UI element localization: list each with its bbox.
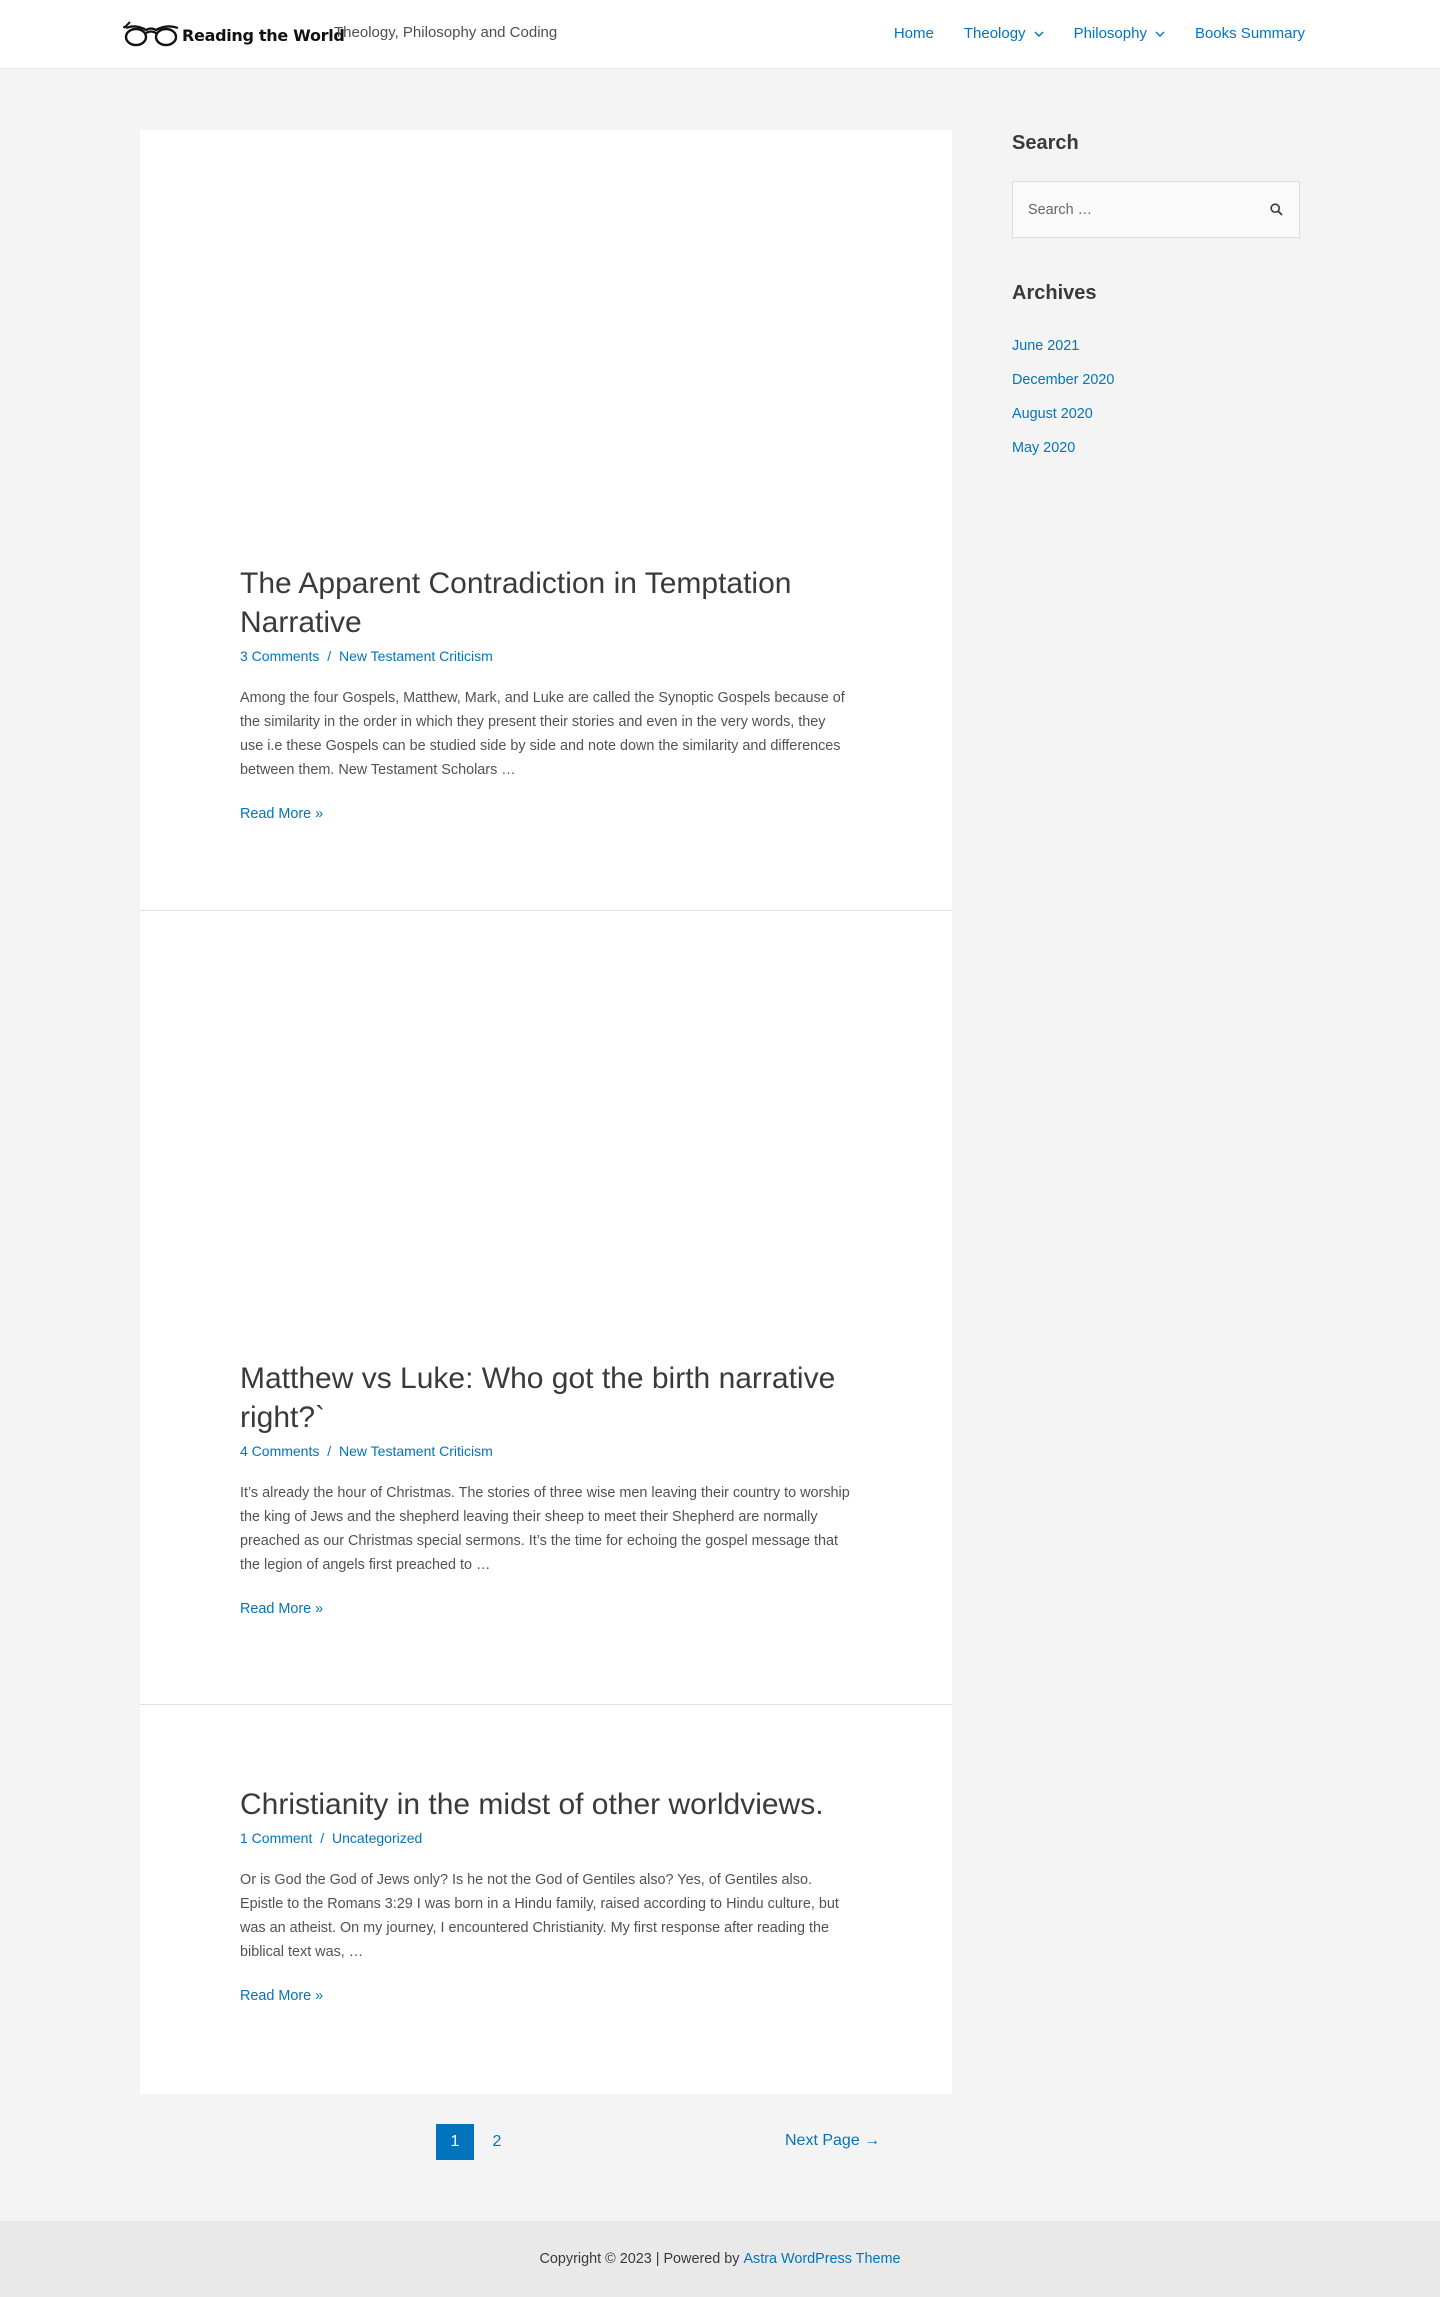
archive-list: June 2021 December 2020 August 2020 May … — [1012, 329, 1300, 465]
search-input[interactable] — [1028, 201, 1258, 218]
category-link[interactable]: New Testament Criticism — [339, 648, 493, 664]
search-widget-title: Search — [1012, 132, 1079, 154]
post-card: Matthew vs Luke: Who got the birth narra… — [140, 910, 952, 1704]
archive-link[interactable]: May 2020 — [1012, 440, 1075, 456]
archive-link[interactable]: December 2020 — [1012, 372, 1114, 388]
post-title[interactable]: The Apparent Contradiction in Temptation… — [240, 564, 850, 642]
page-number-current[interactable]: 1 — [436, 2124, 474, 2160]
nav-philosophy[interactable]: Philosophy — [1074, 25, 1165, 42]
page-number[interactable]: 2 — [478, 2124, 516, 2160]
archive-item: June 2021 — [1012, 329, 1300, 363]
read-more-link[interactable]: Read More » — [240, 1988, 323, 2004]
nav-books-summary[interactable]: Books Summary — [1195, 25, 1305, 42]
post-excerpt: Among the four Gospels, Matthew, Mark, a… — [240, 690, 845, 778]
site-header: Reading the World Theology, Philosophy a… — [0, 0, 1440, 69]
post-title[interactable]: Matthew vs Luke: Who got the birth narra… — [240, 1359, 850, 1437]
comments-link[interactable]: 4 Comments — [240, 1443, 319, 1459]
chevron-down-icon[interactable] — [1034, 25, 1044, 42]
nav-theology-label: Theology — [963, 25, 1026, 42]
post-meta: 1 Comment / Uncategorized — [240, 1830, 850, 1846]
next-page-link[interactable]: Next Page → — [785, 2132, 880, 2150]
site-logo-link[interactable]: Reading the World — [122, 18, 345, 52]
post-card: The Apparent Contradiction in Temptation… — [140, 130, 952, 910]
sidebar: Search Archives June 2021 December 2020 … — [1012, 132, 1300, 465]
comments-link[interactable]: 1 Comment — [240, 1830, 312, 1846]
post-excerpt: It’s already the hour of Christmas. The … — [240, 1485, 850, 1573]
archive-link[interactable]: June 2021 — [1012, 338, 1079, 354]
comments-link[interactable]: 3 Comments — [240, 648, 319, 664]
archive-item: August 2020 — [1012, 397, 1300, 431]
meta-separator: / — [327, 648, 332, 664]
post-content: Matthew vs Luke: Who got the birth narra… — [240, 1359, 850, 1618]
post-meta: 4 Comments / New Testament Criticism — [240, 1443, 850, 1459]
post-content: Christianity in the midst of other world… — [240, 1785, 850, 2005]
site-title[interactable]: Reading the World — [182, 26, 345, 45]
read-more-link[interactable]: Read More » — [240, 1601, 323, 1617]
site-footer: Copyright © 2023 | Powered by Astra Word… — [0, 2221, 1440, 2297]
search-form — [1012, 181, 1300, 238]
archive-item: December 2020 — [1012, 363, 1300, 397]
nav-home-label: Home — [893, 25, 934, 42]
nav-theology[interactable]: Theology — [964, 25, 1044, 42]
chevron-down-icon[interactable] — [1155, 25, 1165, 42]
primary-nav: Home Theology Philosophy Books Summary — [864, 25, 1305, 42]
post-card: Christianity in the midst of other world… — [140, 1704, 952, 2094]
glasses-icon — [122, 18, 180, 52]
copyright-text: Copyright © 2023 | Powered by — [539, 2251, 740, 2267]
post-title[interactable]: Christianity in the midst of other world… — [240, 1785, 850, 1824]
meta-separator: / — [320, 1830, 325, 1846]
pagination: 1 2 — [436, 2124, 516, 2160]
category-link[interactable]: Uncategorized — [332, 1830, 422, 1846]
site-tagline: Theology, Philosophy and Coding — [334, 24, 558, 41]
meta-separator: / — [327, 1443, 332, 1459]
post-excerpt: Or is God the God of Jews only? Is he no… — [240, 1872, 839, 1960]
nav-home[interactable]: Home — [894, 25, 934, 42]
archive-link[interactable]: August 2020 — [1012, 406, 1093, 422]
search-icon[interactable] — [1270, 203, 1283, 221]
post-content: The Apparent Contradiction in Temptation… — [240, 564, 850, 823]
post-meta: 3 Comments / New Testament Criticism — [240, 648, 850, 664]
read-more-link[interactable]: Read More » — [240, 806, 323, 822]
nav-philosophy-label: Philosophy — [1073, 25, 1147, 42]
nav-books-summary-label: Books Summary — [1194, 25, 1305, 42]
archives-widget-title: Archives — [1012, 282, 1097, 304]
archive-item: May 2020 — [1012, 431, 1300, 465]
theme-link[interactable]: Astra WordPress Theme — [743, 2251, 900, 2267]
category-link[interactable]: New Testament Criticism — [339, 1443, 493, 1459]
